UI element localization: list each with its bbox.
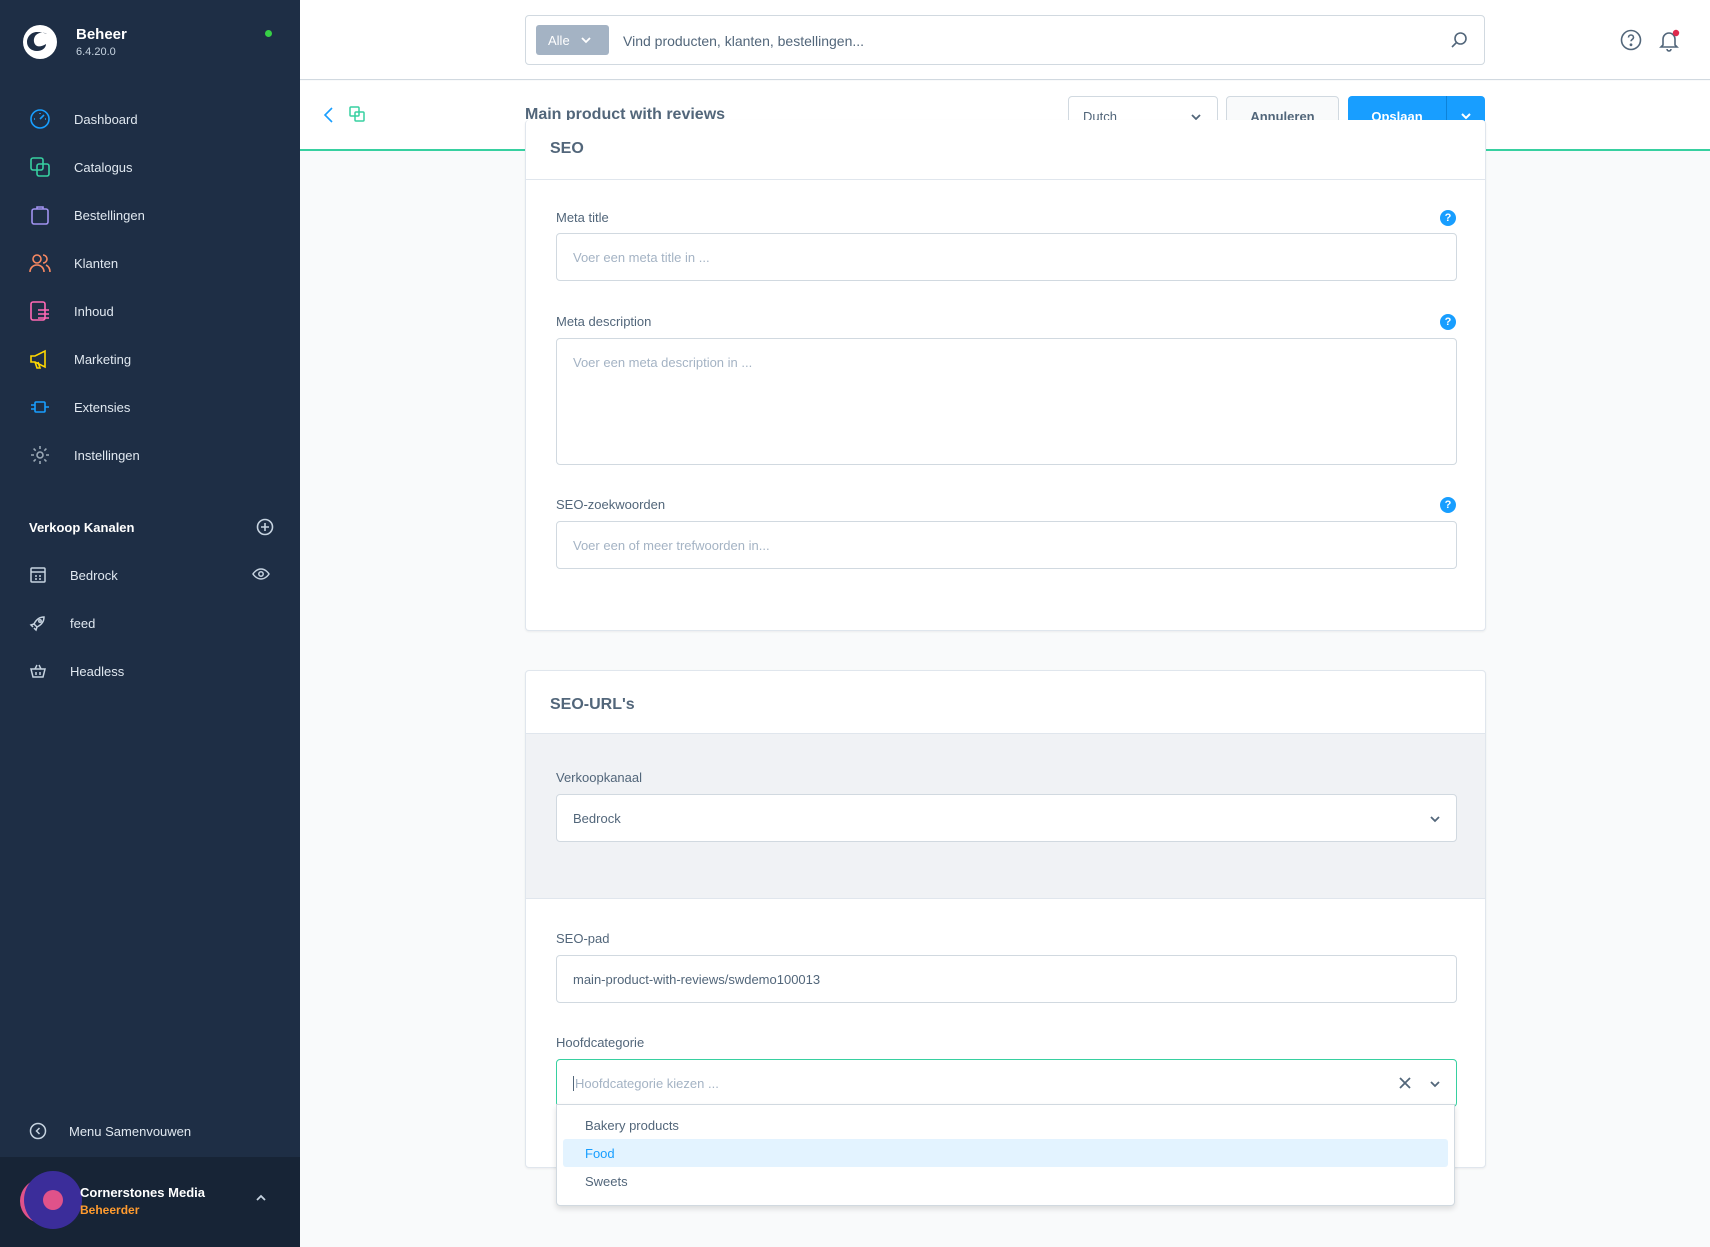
seo-card-title: SEO <box>550 140 584 157</box>
dropdown-option[interactable]: Sweets <box>563 1167 1448 1195</box>
seo-card-header: SEO <box>526 120 1485 180</box>
nav-item-label: Bestellingen <box>74 207 145 223</box>
chevron-down-icon <box>580 34 592 46</box>
seo-path-input[interactable] <box>556 955 1457 1003</box>
channel-item-feed[interactable]: feed <box>0 599 300 647</box>
help-icon[interactable]: ? <box>1440 314 1456 330</box>
avatar <box>20 1165 82 1231</box>
seo-path-label: SEO-pad <box>556 931 610 946</box>
search-type-select[interactable]: Alle <box>536 25 609 55</box>
main-category-label: Hoofdcategorie <box>556 1035 645 1050</box>
extensions-icon <box>29 396 51 418</box>
nav-item-dashboard[interactable]: Dashboard <box>0 95 300 143</box>
meta-title-input[interactable] <box>556 233 1457 281</box>
nav-item-label: Extensies <box>74 399 131 415</box>
collapse-menu-button[interactable]: Menu Samenvouwen <box>29 1122 191 1140</box>
basket-icon <box>29 662 47 680</box>
catalogue-icon <box>29 156 51 178</box>
nav-item-content[interactable]: Inhoud <box>0 287 300 335</box>
channel-label: Bedrock <box>70 567 118 583</box>
seo-urls-card-title: SEO-URL's <box>550 696 635 713</box>
marketing-icon <box>29 348 51 370</box>
sales-channels-header: Verkoop Kanalen <box>29 518 274 536</box>
nav-item-marketing[interactable]: Marketing <box>0 335 300 383</box>
meta-description-label: Meta description <box>556 314 652 329</box>
orders-icon <box>29 204 51 226</box>
sales-channel-value: Bedrock <box>573 810 621 826</box>
help-icon[interactable] <box>1620 29 1642 51</box>
channel-item-bedrock[interactable]: Bedrock <box>0 551 300 599</box>
storefront-icon <box>29 566 47 584</box>
dashboard-icon <box>29 108 51 130</box>
meta-description-input[interactable] <box>556 338 1457 465</box>
chevron-up-icon[interactable] <box>254 1191 268 1205</box>
main-category-select[interactable]: Hoofdcategorie kiezen ... <box>556 1059 1457 1107</box>
chevron-down-icon[interactable] <box>1428 1077 1442 1091</box>
channel-label: feed <box>70 615 96 631</box>
brand[interactable]: Beheer 6.4.20.0 <box>22 24 127 60</box>
user-name: Cornerstones Media <box>80 1185 205 1200</box>
meta-title-label: Meta title <box>556 210 609 225</box>
collapse-menu-label: Menu Samenvouwen <box>69 1123 192 1139</box>
sales-channel-section: Verkoopkanaal Bedrock <box>526 733 1485 899</box>
brand-version: 6.4.20.0 <box>76 46 116 58</box>
nav-item-label: Catalogus <box>74 159 133 175</box>
nav-item-label: Inhoud <box>74 303 114 319</box>
global-search: Alle <box>525 15 1485 65</box>
seo-card: SEO Meta title ? Meta description ? SEO-… <box>525 120 1486 631</box>
rocket-icon <box>29 614 47 632</box>
nav-item-label: Klanten <box>74 255 119 271</box>
nav-item-label: Dashboard <box>74 111 138 127</box>
chevron-left-circle-icon <box>29 1122 47 1140</box>
sales-channel-select[interactable]: Bedrock <box>556 794 1457 842</box>
settings-icon <box>29 444 51 466</box>
sales-channel-list: Bedrock feed Headless <box>0 551 300 695</box>
seo-urls-card: SEO-URL's Verkoopkanaal Bedrock SEO-pad … <box>525 670 1486 1168</box>
content-icon <box>29 300 51 322</box>
seo-keywords-input[interactable] <box>556 521 1457 569</box>
search-icon[interactable] <box>1450 31 1468 49</box>
nav-item-label: Marketing <box>74 351 132 367</box>
main-category-placeholder: Hoofdcategorie kiezen ... <box>573 1075 719 1091</box>
seo-keywords-label: SEO-zoekwoorden <box>556 497 666 512</box>
user-role: Beheerder <box>80 1203 140 1217</box>
sales-channels-title: Verkoop Kanalen <box>29 519 135 535</box>
channel-item-headless[interactable]: Headless <box>0 647 300 695</box>
nav-item-label: Instellingen <box>74 447 140 463</box>
back-arrow-icon[interactable] <box>322 105 336 125</box>
chevron-down-icon <box>1430 816 1440 823</box>
search-input[interactable] <box>623 28 1423 54</box>
brand-name: Beheer <box>76 26 127 43</box>
channel-label: Headless <box>70 663 125 679</box>
dropdown-option[interactable]: Bakery products <box>563 1111 1448 1139</box>
duplicate-icon[interactable] <box>348 105 366 123</box>
nav-item-customers[interactable]: Klanten <box>0 239 300 287</box>
sidebar: Beheer 6.4.20.0 Dashboard Catalogus Best… <box>0 0 300 1247</box>
clear-icon[interactable] <box>1398 1076 1412 1090</box>
nav-item-extensions[interactable]: Extensies <box>0 383 300 431</box>
customers-icon <box>29 252 51 274</box>
main-nav: Dashboard Catalogus Bestellingen Klanten… <box>0 95 300 479</box>
user-menu[interactable]: Cornerstones Media Beheerder <box>0 1157 300 1247</box>
eye-icon[interactable] <box>252 567 270 581</box>
search-type-label: Alle <box>548 32 570 48</box>
sales-channel-label: Verkoopkanaal <box>556 770 643 785</box>
nav-item-catalogue[interactable]: Catalogus <box>0 143 300 191</box>
help-icon[interactable]: ? <box>1440 210 1456 226</box>
nav-item-orders[interactable]: Bestellingen <box>0 191 300 239</box>
shopware-logo-icon <box>23 25 57 59</box>
top-header: Alle <box>300 0 1710 80</box>
add-channel-icon[interactable] <box>256 518 274 536</box>
dropdown-option[interactable]: Food <box>563 1139 1448 1167</box>
nav-item-settings[interactable]: Instellingen <box>0 431 300 479</box>
notification-bell-icon[interactable] <box>1657 28 1681 52</box>
main-category-dropdown: Bakery products Food Sweets <box>556 1104 1455 1206</box>
help-icon[interactable]: ? <box>1440 497 1456 513</box>
status-indicator <box>265 30 272 37</box>
